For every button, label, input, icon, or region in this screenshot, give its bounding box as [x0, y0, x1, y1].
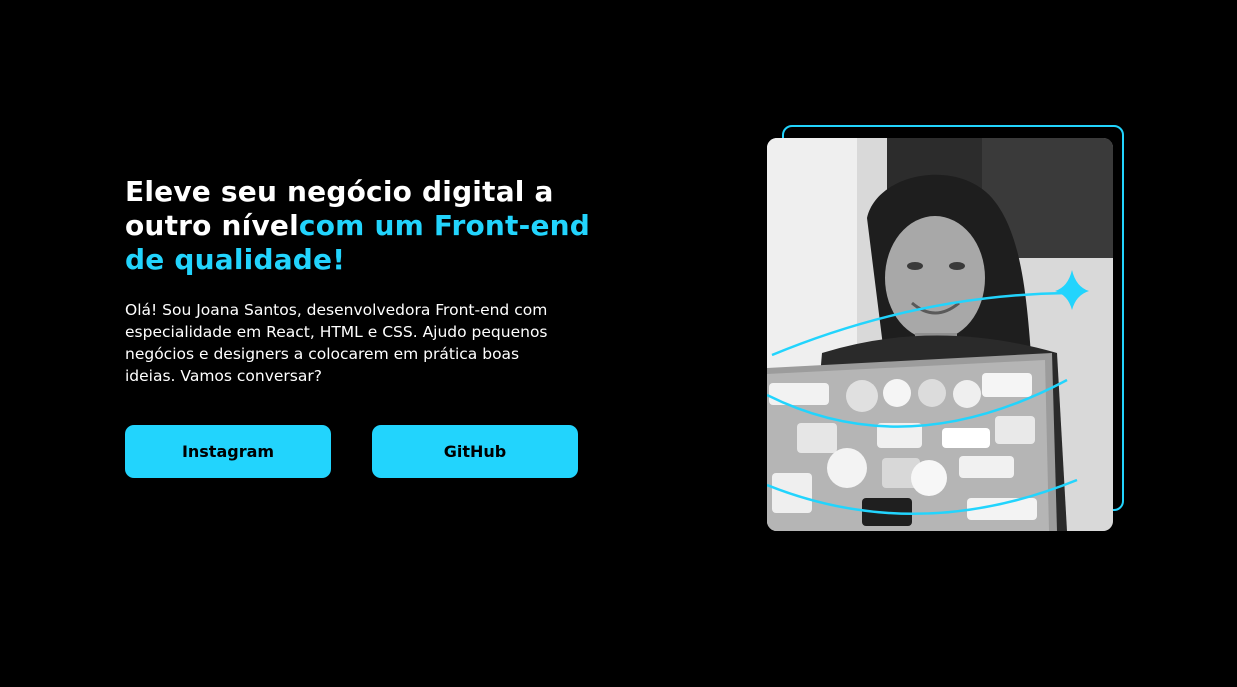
profile-photo: [767, 138, 1113, 531]
hero-text-column: Eleve seu negócio digital a outro nívelc…: [125, 175, 595, 387]
hero-intro-paragraph: Olá! Sou Joana Santos, desenvolvedora Fr…: [125, 301, 548, 385]
instagram-button[interactable]: Instagram: [125, 425, 331, 478]
hero-section: Eleve seu negócio digital a outro nívelc…: [0, 0, 1237, 687]
social-buttons: Instagram GitHub: [125, 425, 585, 479]
github-button[interactable]: GitHub: [372, 425, 578, 478]
profile-photo-illustration: [767, 138, 1113, 531]
hero-headline: Eleve seu negócio digital a outro nívelc…: [125, 175, 595, 277]
profile-photo-container: [767, 125, 1127, 532]
